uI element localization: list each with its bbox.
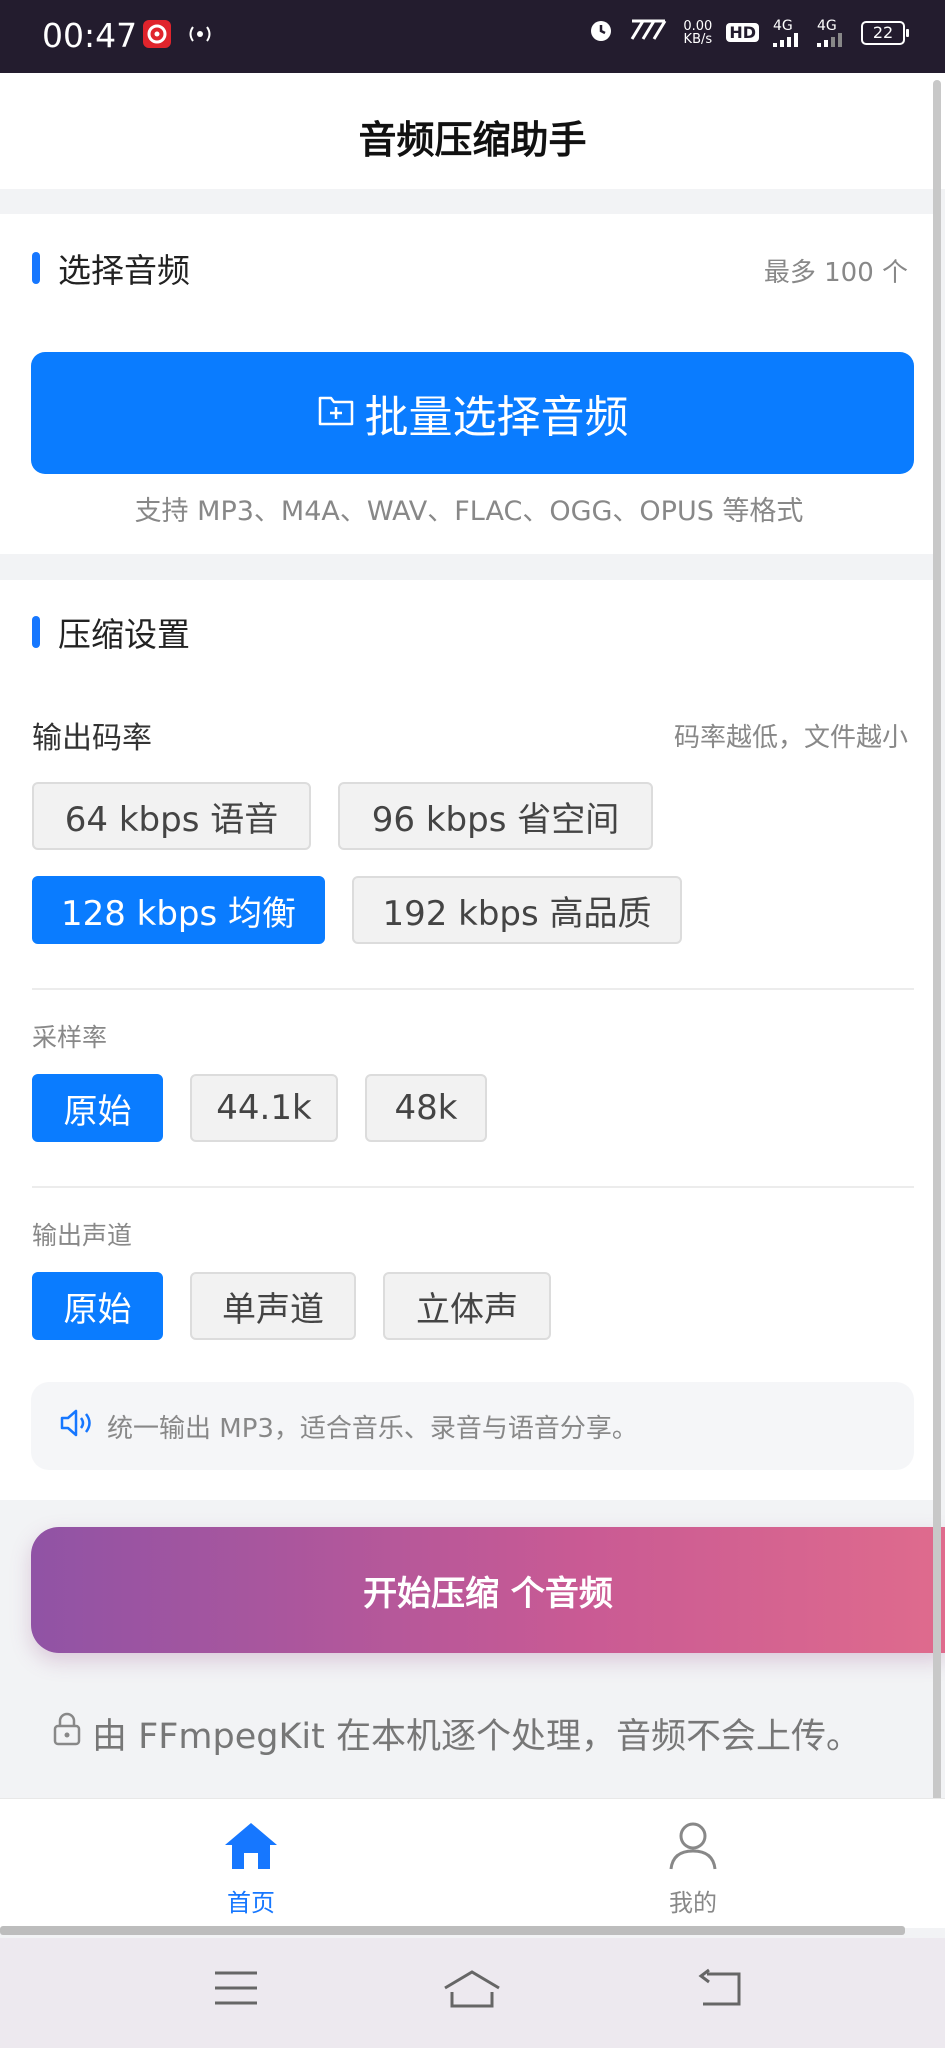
vertical-scrollbar[interactable] — [933, 80, 941, 1830]
tab-home[interactable]: 首页 — [191, 1821, 311, 1918]
tab-me[interactable]: 我的 — [633, 1821, 753, 1918]
menu-icon[interactable] — [213, 1968, 259, 2012]
divider — [32, 988, 914, 990]
app-header: 音频压缩助手 — [0, 73, 945, 189]
page-title: 音频压缩助手 — [358, 118, 587, 162]
channel-option-stereo[interactable]: 立体声 — [383, 1272, 551, 1340]
alarm-icon — [587, 16, 615, 49]
compress-section-title: 压缩设置 — [32, 608, 190, 656]
channel-option-original[interactable]: 原始 — [32, 1272, 163, 1340]
net-speed: 0.00 KB/s — [683, 18, 713, 47]
horizontal-scrollbar[interactable] — [0, 1926, 905, 1935]
bottom-tab-bar: 首页 我的 — [0, 1798, 945, 1928]
bitrate-option-128[interactable]: 128 kbps 均衡 — [32, 876, 325, 944]
battery-icon: 22 — [861, 20, 909, 45]
select-limit: 最多 100 个 — [763, 258, 908, 288]
bitrate-label: 输出码率 — [32, 721, 152, 756]
nfc-icon — [629, 19, 669, 46]
local-processing-note: 由 FFmpegKit 在本机逐个处理，音频不会上传。 — [52, 1708, 861, 1759]
supported-formats: 支持 MP3、M4A、WAV、FLAC、OGG、OPUS 等格式 — [134, 496, 804, 527]
back-icon[interactable] — [695, 1968, 743, 2012]
status-time: 00:47 — [42, 16, 138, 55]
channel-option-mono[interactable]: 单声道 — [190, 1272, 356, 1340]
hd-icon: HD — [726, 23, 759, 42]
sample-rate-option-original[interactable]: 原始 — [32, 1074, 163, 1142]
select-audio-card: 选择音频 最多 100 个 批量选择音频 支持 MP3、M4A、WAV、FLAC… — [0, 214, 938, 554]
speaker-icon — [59, 1408, 97, 1445]
home-icon — [223, 1821, 279, 1877]
sample-rate-option-44k[interactable]: 44.1k — [190, 1074, 338, 1142]
channel-label: 输出声道 — [32, 1221, 133, 1250]
signal-icon-1: 4G — [773, 19, 803, 47]
bitrate-hint: 码率越低，文件越小 — [673, 723, 908, 753]
bitrate-option-96[interactable]: 96 kbps 省空间 — [338, 782, 653, 850]
batch-select-audio-button[interactable]: 批量选择音频 — [31, 352, 914, 474]
section-accent-bar — [32, 252, 40, 284]
music-app-icon — [143, 20, 171, 52]
section-accent-bar — [32, 616, 40, 648]
user-icon — [667, 1821, 719, 1877]
bitrate-option-192[interactable]: 192 kbps 高品质 — [352, 876, 682, 944]
lock-icon — [52, 1712, 82, 1755]
system-nav-bar — [0, 1938, 945, 2048]
folder-add-icon — [317, 388, 355, 439]
hotspot-icon — [185, 22, 215, 50]
start-compress-button[interactable]: 开始压缩 个音频 — [31, 1527, 945, 1653]
signal-icon-2: 4G — [817, 19, 847, 47]
sample-rate-option-48k[interactable]: 48k — [365, 1074, 487, 1142]
sample-rate-label: 采样率 — [32, 1023, 108, 1052]
home-nav-icon[interactable] — [442, 1968, 502, 2012]
compress-settings-card: 压缩设置 输出码率 码率越低，文件越小 64 kbps 语音 96 kbps 省… — [0, 580, 938, 1500]
status-bar: 00:47 0.00 KB/s HD 4G 4G 22 — [0, 0, 945, 73]
divider — [32, 1186, 914, 1188]
output-info-box: 统一输出 MP3，适合音乐、录音与语音分享。 — [31, 1382, 914, 1470]
select-section-title: 选择音频 — [32, 244, 190, 292]
bitrate-option-64[interactable]: 64 kbps 语音 — [32, 782, 311, 850]
